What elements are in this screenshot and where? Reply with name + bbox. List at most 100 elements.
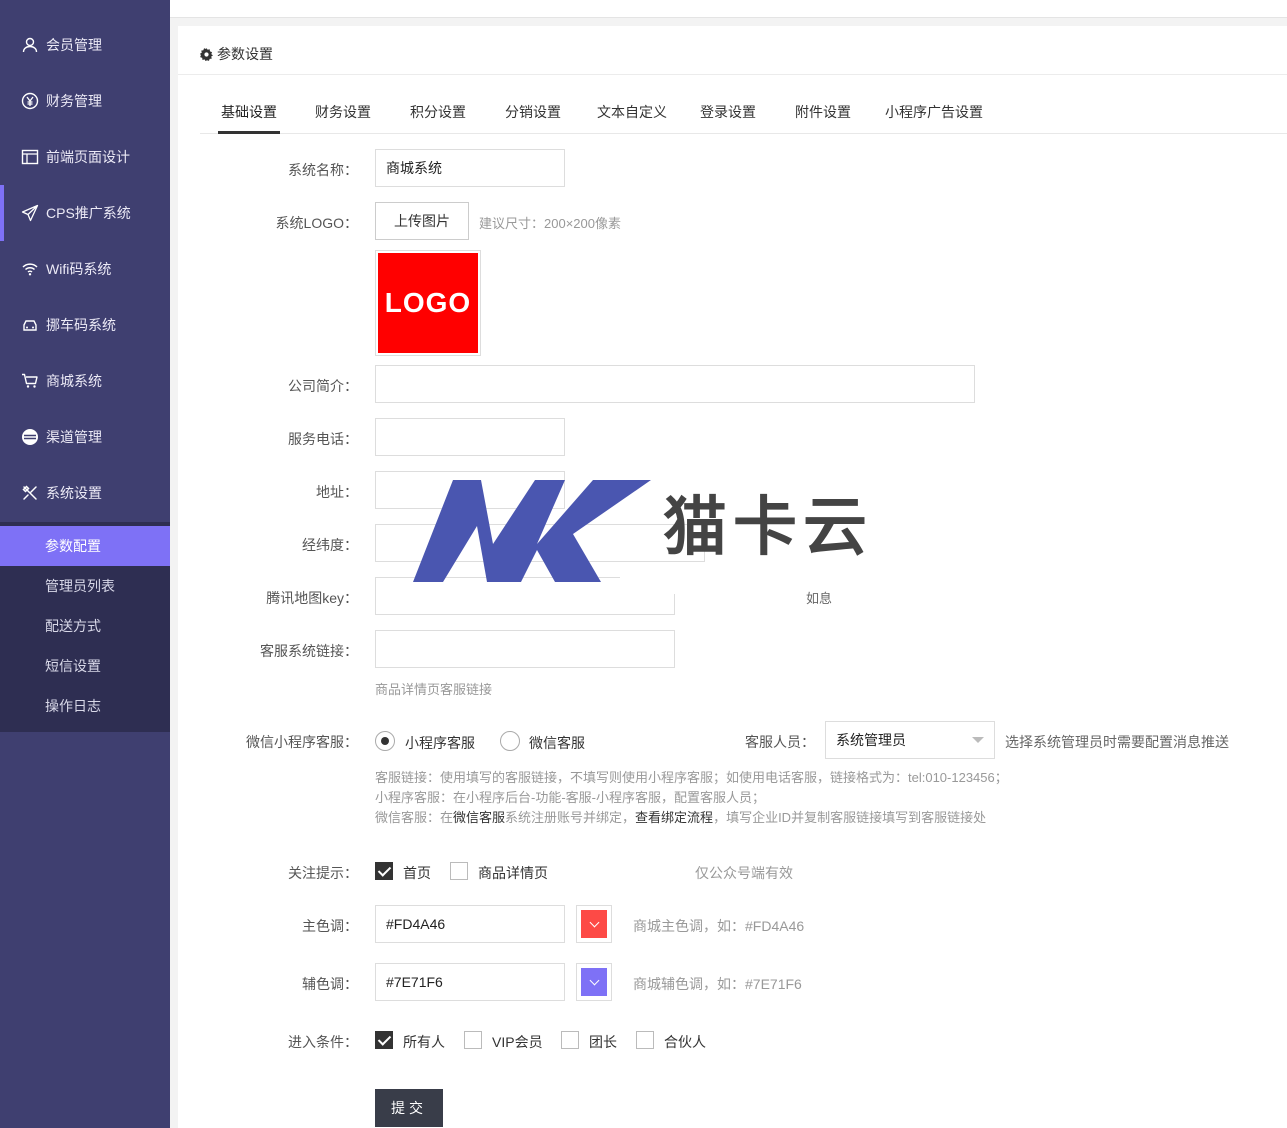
checkbox-entry-vip[interactable] xyxy=(464,1031,482,1049)
tab-distribution[interactable]: 分销设置 xyxy=(502,86,564,134)
service-link-label: 客服系统链接： xyxy=(260,643,358,659)
panel-title-text: 参数设置 xyxy=(217,46,273,62)
service-note-line3: 微信客服：在微信客服系统注册账号并绑定，查看绑定流程，填写企业ID并复制客服链接… xyxy=(375,808,986,828)
sidebar-item-finance[interactable]: 财务管理 xyxy=(0,73,170,129)
staff-hint: 选择系统管理员时需要配置消息推送 xyxy=(1005,734,1229,750)
system-logo-label: 系统LOGO： xyxy=(275,215,358,231)
system-name-input[interactable] xyxy=(375,149,565,187)
logo-size-hint: 建议尺寸：200×200像素 xyxy=(479,216,621,231)
logo-preview[interactable]: LOGO xyxy=(375,250,481,356)
staff-select[interactable]: 系统管理员 xyxy=(825,721,995,759)
sidebar-item-label: 财务管理 xyxy=(46,93,102,109)
sidebar-item-label: Wifi码系统 xyxy=(46,261,112,277)
wechat-service-label: 微信小程序客服： xyxy=(246,734,358,750)
wechat-service-link[interactable]: 微信客服 xyxy=(453,810,505,825)
sidebar-item-mall[interactable]: 商城系统 xyxy=(0,353,170,409)
user-icon xyxy=(20,35,40,55)
sub-color-picker[interactable] xyxy=(576,963,612,1001)
checkbox-entry-leader[interactable] xyxy=(561,1031,579,1049)
sidebar-item-car[interactable]: 挪车码系统 xyxy=(0,297,170,353)
sidebar-subitem-logs[interactable]: 操作日志 xyxy=(0,686,170,726)
tencent-map-key-label: 腾讯地图key： xyxy=(266,590,358,606)
note-text: 系统注册账号并绑定， xyxy=(505,810,636,825)
sidebar-item-label: 前端页面设计 xyxy=(46,149,130,165)
logo-image: LOGO xyxy=(378,253,478,353)
main-color-picker[interactable] xyxy=(576,905,612,943)
tab-miniprogram-ads[interactable]: 小程序广告设置 xyxy=(883,86,985,134)
watermark-text: 猫卡云 xyxy=(663,491,873,563)
sidebar-item-frontend-design[interactable]: 前端页面设计 xyxy=(0,129,170,185)
lat-lng-label: 经纬度： xyxy=(302,537,358,553)
upload-image-button[interactable]: 上传图片 xyxy=(375,202,469,240)
watermark-mk-logo xyxy=(413,480,651,582)
sidebar-item-label: CPS推广系统 xyxy=(46,205,131,221)
radio-mini-program-service-label: 小程序客服 xyxy=(405,735,475,751)
sidebar-subitem-delivery[interactable]: 配送方式 xyxy=(0,606,170,646)
sidebar-subitem-sms[interactable]: 短信设置 xyxy=(0,646,170,686)
follow-tip-hint: 仅公众号端有效 xyxy=(695,865,793,881)
tab-basic[interactable]: 基础设置 xyxy=(218,86,280,134)
sidebar-item-system-settings[interactable]: 系统设置 xyxy=(0,465,170,521)
sidebar: 会员管理 财务管理 前端页面设计 CPS推广系统 Wifi码系统 挪车码系统 商… xyxy=(0,0,170,1128)
note-text: ，填写企业ID并复制客服链接填写到客服链接处 xyxy=(713,810,987,825)
address-label: 地址： xyxy=(316,484,358,500)
sub-color-input[interactable] xyxy=(375,963,565,1001)
company-intro-input[interactable] xyxy=(375,365,975,403)
service-note-line1: 客服链接：使用填写的客服链接，不填写则使用小程序客服；如使用电话客服，链接格式为… xyxy=(375,770,1008,785)
sidebar-item-label: 系统设置 xyxy=(46,485,102,501)
staff-select-value: 系统管理员 xyxy=(836,732,906,748)
sidebar-item-cps[interactable]: CPS推广系统 xyxy=(0,185,170,241)
cart-icon xyxy=(20,371,40,391)
tab-login[interactable]: 登录设置 xyxy=(697,86,759,134)
tab-text-custom[interactable]: 文本自定义 xyxy=(594,86,670,134)
main-color-label: 主色调： xyxy=(302,918,358,934)
tab-attachment[interactable]: 附件设置 xyxy=(792,86,854,134)
channel-icon xyxy=(20,427,40,447)
main-color-hint: 商城主色调，如：#FD4A46 xyxy=(633,918,805,934)
yen-icon xyxy=(20,91,40,111)
sidebar-item-label: 商城系统 xyxy=(46,373,102,389)
tools-icon xyxy=(20,483,40,503)
sidebar-subitem-params[interactable]: 参数配置 xyxy=(0,526,170,566)
radio-wechat-service-label: 微信客服 xyxy=(529,735,585,751)
checkbox-entry-vip-label: VIP会员 xyxy=(492,1034,543,1050)
service-link-hint: 商品详情页客服链接 xyxy=(375,682,493,697)
wifi-icon xyxy=(20,259,40,279)
tab-points[interactable]: 积分设置 xyxy=(407,86,469,134)
sidebar-item-channel[interactable]: 渠道管理 xyxy=(0,409,170,465)
layout-icon xyxy=(20,147,40,167)
car-icon xyxy=(20,315,40,335)
send-icon xyxy=(20,203,40,223)
checkbox-entry-all[interactable] xyxy=(375,1031,393,1049)
divider xyxy=(178,74,1287,75)
sidebar-item-label: 渠道管理 xyxy=(46,429,102,445)
service-link-input[interactable] xyxy=(375,630,675,668)
watermark-mask xyxy=(680,567,800,587)
checkbox-entry-all-label: 所有人 xyxy=(403,1034,445,1050)
staff-label: 客服人员： xyxy=(745,734,815,750)
service-phone-input[interactable] xyxy=(375,418,565,456)
entry-condition-label: 进入条件： xyxy=(288,1034,358,1050)
sidebar-item-label: 挪车码系统 xyxy=(46,317,116,333)
submit-button[interactable]: 提交 xyxy=(375,1089,443,1127)
chevron-down-icon xyxy=(972,737,984,743)
tab-finance[interactable]: 财务设置 xyxy=(312,86,374,134)
checkbox-follow-detail[interactable] xyxy=(450,862,468,880)
sidebar-subitem-admins[interactable]: 管理员列表 xyxy=(0,566,170,606)
watermark: 猫卡云 xyxy=(405,472,915,594)
main-color-input[interactable] xyxy=(375,905,565,943)
checkbox-entry-partner-label: 合伙人 xyxy=(664,1034,706,1050)
radio-mini-program-service[interactable] xyxy=(375,731,395,751)
bind-process-link[interactable]: 查看绑定流程 xyxy=(635,810,713,825)
checkbox-follow-detail-label: 商品详情页 xyxy=(478,865,548,881)
checkbox-entry-partner[interactable] xyxy=(636,1031,654,1049)
checkbox-follow-home-label: 首页 xyxy=(403,865,431,881)
service-phone-label: 服务电话： xyxy=(288,431,358,447)
sidebar-submenu: 参数配置 管理员列表 配送方式 短信设置 操作日志 xyxy=(0,522,170,732)
sub-color-hint: 商城辅色调，如：#7E71F6 xyxy=(633,976,802,992)
sidebar-item-members[interactable]: 会员管理 xyxy=(0,17,170,73)
sidebar-item-wifi[interactable]: Wifi码系统 xyxy=(0,241,170,297)
radio-wechat-service[interactable] xyxy=(500,731,520,751)
settings-tabs: 基础设置 财务设置 积分设置 分销设置 文本自定义 登录设置 附件设置 小程序广… xyxy=(200,86,1287,134)
checkbox-follow-home[interactable] xyxy=(375,862,393,880)
